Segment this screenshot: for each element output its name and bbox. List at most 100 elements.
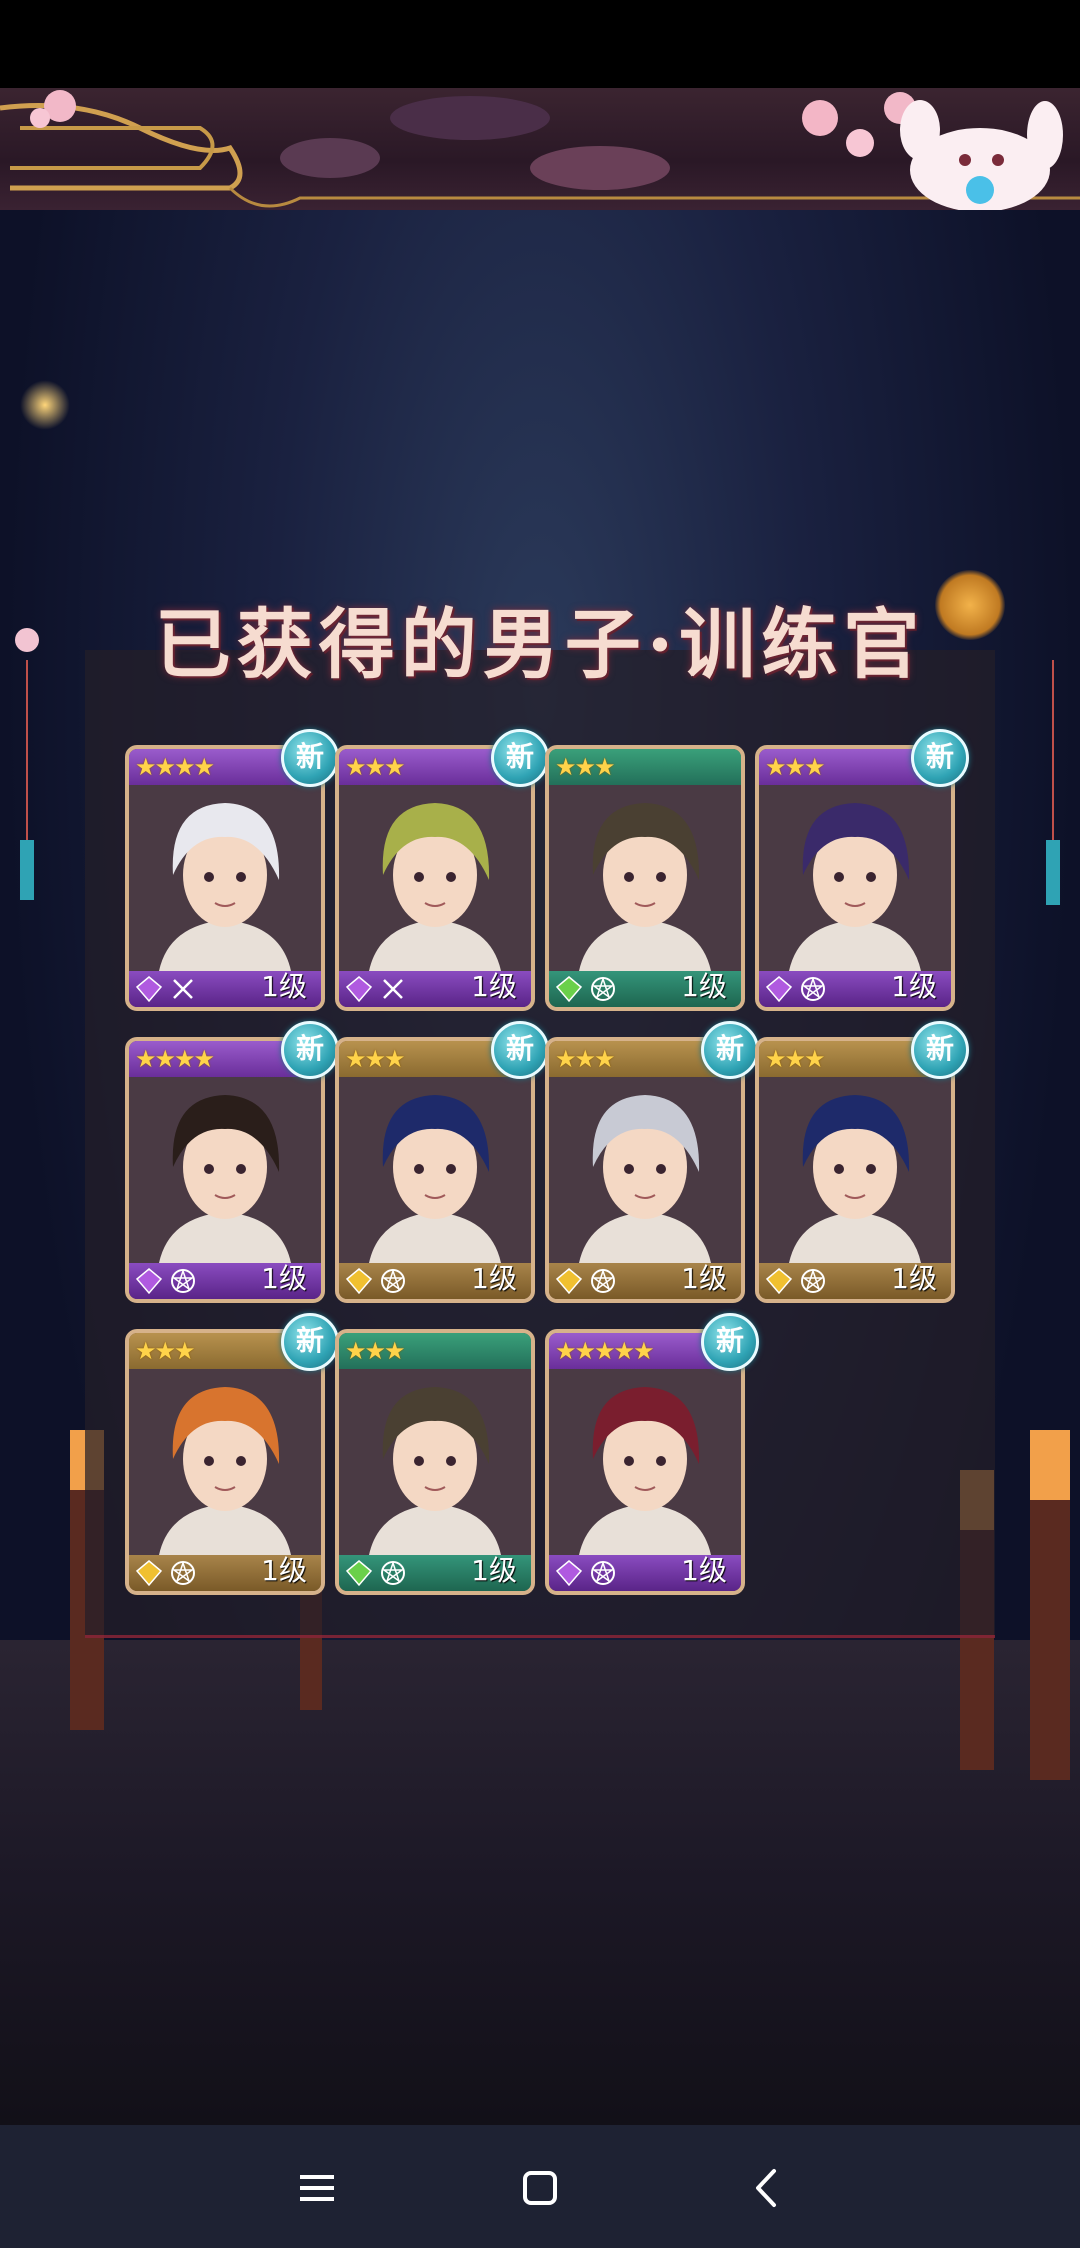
character-portrait bbox=[759, 785, 951, 971]
character-portrait bbox=[549, 1369, 741, 1555]
purple-gem-icon bbox=[345, 976, 373, 1003]
pentagram-icon bbox=[801, 1268, 825, 1293]
rarity-stars: ★★★ bbox=[345, 1045, 406, 1073]
character-card[interactable]: ★★★ 1级 bbox=[125, 1329, 325, 1595]
rarity-stars: ★★★ bbox=[555, 753, 616, 781]
green-leaf-icon bbox=[555, 976, 583, 1003]
character-card[interactable]: ★★★ 1级 bbox=[545, 1037, 745, 1303]
rarity-stars: ★★★ bbox=[135, 1337, 196, 1365]
rarity-stars: ★★★ bbox=[765, 1045, 826, 1073]
hanging-ornament-left bbox=[15, 628, 39, 900]
lantern-right-2 bbox=[1030, 1430, 1070, 1780]
new-badge: 新 bbox=[281, 1313, 339, 1371]
character-portrait bbox=[549, 785, 741, 971]
character-card[interactable]: ★★★★ 1级 bbox=[125, 1037, 325, 1303]
mascot-rabbit-icon bbox=[900, 100, 1063, 210]
rarity-stars: ★★★★ bbox=[135, 1045, 215, 1073]
card-info-bar: 1级 bbox=[549, 970, 741, 1007]
gold-gem-icon bbox=[135, 1560, 163, 1587]
character-level: 1级 bbox=[471, 970, 517, 1003]
new-badge: 新 bbox=[911, 729, 969, 787]
hanging-ornament-right bbox=[1046, 660, 1060, 905]
rarity-stars: ★★★ bbox=[345, 753, 406, 781]
crossed-swords-icon bbox=[383, 979, 403, 999]
top-banner bbox=[0, 88, 1080, 210]
character-portrait bbox=[339, 1369, 531, 1555]
pentagram-icon bbox=[591, 1560, 615, 1585]
rarity-stars: ★★★ bbox=[765, 753, 826, 781]
character-portrait bbox=[129, 785, 321, 971]
new-badge: 新 bbox=[911, 1021, 969, 1079]
new-badge: 新 bbox=[491, 729, 549, 787]
character-level: 1级 bbox=[471, 1262, 517, 1295]
home-square-icon[interactable] bbox=[505, 2153, 575, 2223]
pentagram-icon bbox=[381, 1560, 405, 1585]
rarity-stars: ★★★ bbox=[345, 1337, 406, 1365]
menu-icon[interactable] bbox=[282, 2153, 352, 2223]
purple-gem-icon bbox=[765, 976, 793, 1003]
character-level: 1级 bbox=[261, 1554, 307, 1587]
pentagram-icon bbox=[591, 1268, 615, 1293]
card-info-bar: 1级 bbox=[549, 1262, 741, 1299]
card-info-bar: 1级 bbox=[339, 1262, 531, 1299]
gold-gem-icon bbox=[555, 1268, 583, 1295]
character-card[interactable]: ★★★ 1级 bbox=[755, 1037, 955, 1303]
pentagram-icon bbox=[591, 976, 615, 1001]
purple-gem-icon bbox=[135, 976, 163, 1003]
card-info-bar: 1级 bbox=[759, 970, 951, 1007]
character-level: 1级 bbox=[261, 1262, 307, 1295]
card-info-bar: 1级 bbox=[759, 1262, 951, 1299]
character-card[interactable]: ★★★ 1级 bbox=[755, 745, 955, 1011]
character-card[interactable]: ★★★★ 1级 bbox=[125, 745, 325, 1011]
moon-orb bbox=[935, 570, 1005, 640]
character-level: 1级 bbox=[681, 970, 727, 1003]
character-portrait bbox=[339, 1077, 531, 1263]
purple-gem-icon bbox=[135, 1268, 163, 1295]
gold-gem-icon bbox=[765, 1268, 793, 1295]
rarity-stars: ★★★ bbox=[555, 1045, 616, 1073]
character-level: 1级 bbox=[471, 1554, 517, 1587]
character-portrait bbox=[129, 1369, 321, 1555]
crossed-swords-icon bbox=[173, 979, 193, 999]
card-info-bar: 1级 bbox=[129, 970, 321, 1007]
character-card[interactable]: ★★★ 1级 bbox=[335, 745, 535, 1011]
status-bar bbox=[0, 0, 1080, 88]
card-rarity-bar: ★★★ bbox=[549, 749, 741, 785]
character-card[interactable]: ★★★ 1级 bbox=[335, 1329, 535, 1595]
stone-path bbox=[0, 1640, 1080, 2125]
purple-gem-icon bbox=[555, 1560, 583, 1587]
pentagram-icon bbox=[801, 976, 825, 1001]
card-info-bar: 1级 bbox=[339, 1554, 531, 1591]
character-level: 1级 bbox=[891, 970, 937, 1003]
card-info-bar: 1级 bbox=[129, 1554, 321, 1591]
rarity-stars: ★★★★★ bbox=[555, 1337, 655, 1365]
new-badge: 新 bbox=[281, 1021, 339, 1079]
card-info-bar: 1级 bbox=[339, 970, 531, 1007]
card-info-bar: 1级 bbox=[129, 1262, 321, 1299]
character-level: 1级 bbox=[891, 1262, 937, 1295]
pentagram-icon bbox=[381, 1268, 405, 1293]
new-badge: 新 bbox=[491, 1021, 549, 1079]
character-level: 1级 bbox=[681, 1262, 727, 1295]
character-level: 1级 bbox=[261, 970, 307, 1003]
system-nav-bar bbox=[0, 2125, 1080, 2248]
pentagram-icon bbox=[171, 1268, 195, 1293]
character-portrait bbox=[759, 1077, 951, 1263]
new-badge: 新 bbox=[281, 729, 339, 787]
character-portrait bbox=[129, 1077, 321, 1263]
gold-gem-icon bbox=[345, 1268, 373, 1295]
page-title: 已获得的男子·训练官 bbox=[154, 600, 926, 689]
card-info-bar: 1级 bbox=[549, 1554, 741, 1591]
card-rarity-bar: ★★★ bbox=[339, 1333, 531, 1369]
rarity-stars: ★★★★ bbox=[135, 753, 215, 781]
back-chevron-icon[interactable] bbox=[732, 2153, 802, 2223]
new-badge: 新 bbox=[701, 1021, 759, 1079]
character-card[interactable]: ★★★★★ 1级 bbox=[545, 1329, 745, 1595]
green-leaf-icon bbox=[345, 1560, 373, 1587]
character-card[interactable]: ★★★ 1级 bbox=[335, 1037, 535, 1303]
character-card[interactable]: ★★★ 1级 bbox=[545, 745, 745, 1011]
light-orb bbox=[20, 380, 70, 430]
pentagram-icon bbox=[171, 1560, 195, 1585]
character-portrait bbox=[549, 1077, 741, 1263]
character-portrait bbox=[339, 785, 531, 971]
